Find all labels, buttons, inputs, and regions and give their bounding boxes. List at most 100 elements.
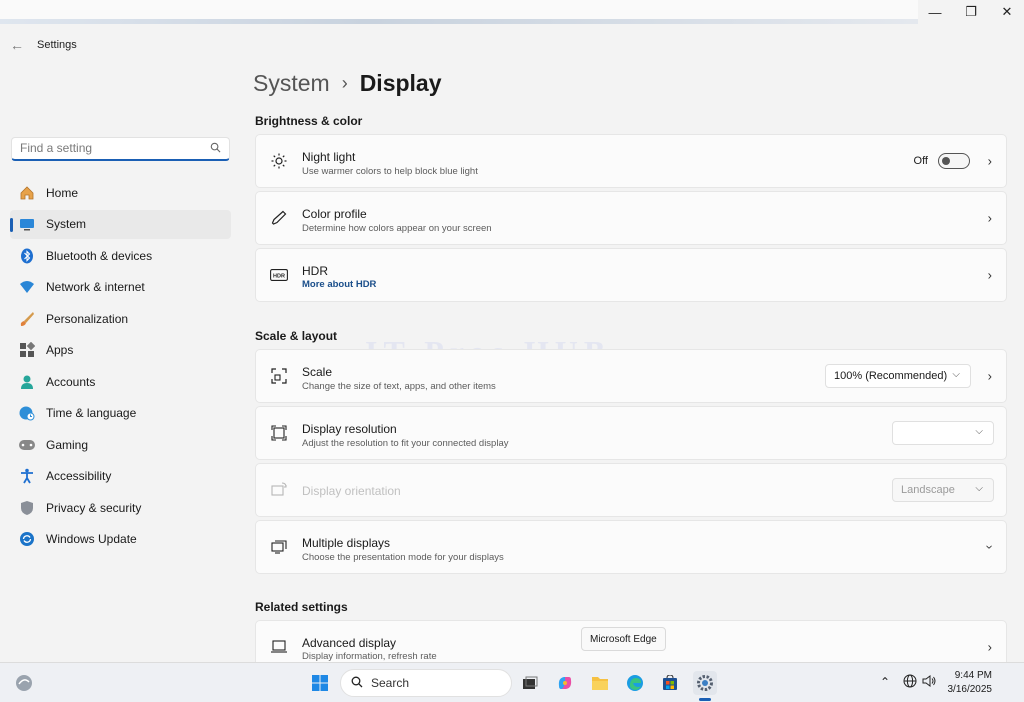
system-icon	[18, 215, 36, 233]
copilot-icon[interactable]	[553, 671, 577, 695]
sidebar-item-network[interactable]: Network & internet	[10, 273, 231, 302]
breadcrumb: System › Display	[253, 70, 442, 97]
taskbar: Search ⌃ 9:44 PM 3/16/2025	[0, 662, 1024, 702]
maximize-button[interactable]: ❐	[953, 0, 989, 24]
chevron-right-icon[interactable]: ›	[988, 154, 992, 169]
sidebar-item-windows-update[interactable]: Windows Update	[10, 525, 231, 554]
section-heading-related: Related settings	[255, 600, 348, 614]
sidebar-item-label: Personalization	[46, 311, 129, 326]
start-icon[interactable]	[308, 671, 332, 695]
sidebar-item-gaming[interactable]: Gaming	[10, 430, 231, 459]
wifi-icon	[18, 278, 36, 296]
scale-subtitle: Change the size of text, apps, and other…	[302, 381, 496, 392]
app-title: Settings	[37, 39, 77, 51]
display-resolution-title: Display resolution	[302, 422, 397, 436]
sidebar-item-label: Accounts	[46, 374, 96, 389]
widgets-icon[interactable]	[12, 671, 36, 695]
settings-gear-icon[interactable]	[693, 671, 717, 695]
display-orientation-card: Display orientation Landscape ⌵	[255, 463, 1007, 517]
sidebar-item-label: Gaming	[46, 437, 89, 452]
chevron-up-icon[interactable]: ⌃	[880, 675, 890, 689]
hdr-card[interactable]: HDR HDR More about HDR ›	[255, 248, 1007, 302]
color-profile-card[interactable]: Color profile Determine how colors appea…	[255, 191, 1007, 245]
color-profile-title: Color profile	[302, 207, 367, 221]
sidebar-item-label: Windows Update	[46, 532, 137, 546]
section-heading-scale: Scale & layout	[255, 329, 338, 343]
display-orientation-title: Display orientation	[302, 484, 401, 498]
back-arrow-icon[interactable]: ←	[10, 37, 24, 53]
chevron-down-icon: ⌵	[975, 426, 983, 437]
gamepad-icon	[18, 436, 36, 454]
network-globe-icon[interactable]	[903, 674, 917, 691]
background-window-strip	[0, 0, 918, 24]
night-light-card[interactable]: Night light Use warmer colors to help bl…	[255, 134, 1007, 188]
chevron-right-icon[interactable]: ›	[988, 268, 992, 283]
taskbar-search[interactable]: Search	[340, 669, 512, 697]
night-light-toggle[interactable]	[938, 153, 970, 169]
more-about-hdr-link[interactable]: More about HDR	[302, 279, 376, 290]
night-light-state: Off	[913, 155, 928, 167]
sun-icon	[270, 152, 288, 170]
sidebar-item-accounts[interactable]: Accounts	[10, 367, 231, 396]
sidebar-item-label: Bluetooth & devices	[46, 248, 153, 263]
scale-title: Scale	[302, 365, 333, 379]
scale-dropdown[interactable]: 100% (Recommended) ⌵	[825, 364, 971, 388]
sidebar-item-system[interactable]: System	[10, 209, 231, 239]
update-icon	[18, 530, 36, 548]
scale-card[interactable]: Scale Change the size of text, apps, and…	[255, 349, 1007, 403]
shield-icon	[18, 499, 36, 517]
task-view-icon[interactable]	[518, 671, 542, 695]
sidebar-item-privacy[interactable]: Privacy & security	[10, 493, 231, 522]
sidebar-item-apps[interactable]: Apps	[10, 336, 231, 365]
chevron-down-icon: ⌵	[952, 369, 960, 380]
taskbar-search-label: Search	[371, 676, 410, 690]
globe-clock-icon	[18, 404, 36, 422]
chevron-right-icon[interactable]: ›	[988, 640, 992, 655]
sidebar-item-accessibility[interactable]: Accessibility	[10, 462, 231, 491]
sidebar-item-bluetooth[interactable]: Bluetooth & devices	[10, 241, 231, 270]
section-heading-brightness: Brightness & color	[255, 114, 363, 128]
breadcrumb-parent[interactable]: System	[253, 70, 330, 97]
chevron-right-icon[interactable]: ›	[988, 211, 992, 226]
chevron-right-icon[interactable]: ›	[988, 369, 992, 384]
night-light-title: Night light	[302, 150, 356, 164]
close-button[interactable]: ✕	[989, 0, 1024, 24]
edge-icon[interactable]	[623, 671, 647, 695]
account-icon	[18, 373, 36, 391]
settings-search-box[interactable]	[11, 137, 230, 161]
store-icon[interactable]	[658, 671, 682, 695]
minimize-button[interactable]: —	[917, 0, 953, 24]
sidebar-item-label: Home	[46, 185, 79, 200]
display-resolution-card[interactable]: Display resolution Adjust the resolution…	[255, 406, 1007, 460]
svg-text:HDR: HDR	[273, 273, 285, 279]
chevron-right-icon: ›	[341, 73, 348, 93]
sidebar-item-label: Network & internet	[46, 280, 145, 294]
hdr-icon: HDR	[270, 266, 288, 284]
sidebar-item-home[interactable]: Home	[10, 178, 231, 207]
clock-time: 9:44 PM	[954, 670, 992, 681]
sidebar-item-label: Time & language	[46, 406, 137, 420]
apps-icon	[18, 341, 36, 359]
sidebar-item-personalization[interactable]: Personalization	[10, 304, 231, 333]
active-app-indicator	[699, 698, 711, 701]
sidebar-item-time-language[interactable]: Time & language	[10, 399, 231, 428]
system-clock[interactable]: 9:44 PM 3/16/2025	[948, 669, 993, 697]
search-icon[interactable]	[210, 142, 221, 156]
sidebar-nav: Home System Bluetooth & devices Network …	[10, 178, 231, 556]
advanced-display-subtitle: Display information, refresh rate	[302, 651, 437, 662]
chevron-down-icon[interactable]: ›	[982, 545, 997, 549]
multiple-displays-card[interactable]: Multiple displays Choose the presentatio…	[255, 520, 1007, 574]
display-resolution-subtitle: Adjust the resolution to fit your connec…	[302, 438, 509, 449]
orientation-dropdown: Landscape ⌵	[892, 478, 994, 502]
advanced-display-title: Advanced display	[302, 636, 397, 650]
file-explorer-icon[interactable]	[588, 671, 612, 695]
multiple-displays-title: Multiple displays	[302, 536, 391, 550]
resolution-dropdown[interactable]: ⌵	[892, 421, 994, 445]
search-input[interactable]	[12, 138, 202, 158]
taskbar-tooltip: Microsoft Edge	[581, 627, 666, 651]
brush-icon	[18, 310, 36, 328]
sidebar-item-label: Privacy & security	[46, 500, 142, 515]
volume-icon[interactable]	[922, 674, 936, 691]
accessibility-icon	[18, 467, 36, 485]
bluetooth-icon	[18, 247, 36, 265]
